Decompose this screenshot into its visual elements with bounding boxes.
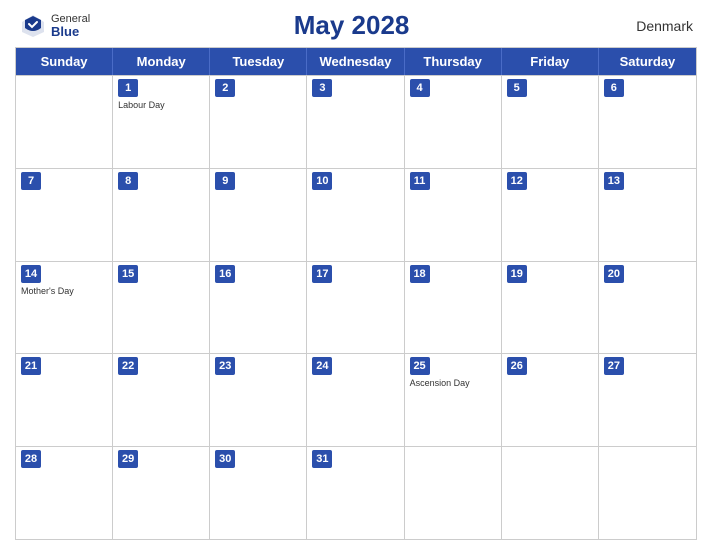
cell-2-2: 16 xyxy=(210,262,307,354)
day-number xyxy=(507,450,527,468)
holiday-label: Labour Day xyxy=(118,100,204,110)
cell-3-6: 27 xyxy=(599,354,696,446)
cell-4-2: 30 xyxy=(210,447,307,539)
day-headers-row: Sunday Monday Tuesday Wednesday Thursday… xyxy=(16,48,696,75)
calendar-title: May 2028 xyxy=(90,10,613,41)
day-number: 17 xyxy=(312,265,332,283)
day-number: 8 xyxy=(118,172,138,190)
logo: General Blue xyxy=(19,12,90,40)
cell-0-1: 1 Labour Day xyxy=(113,76,210,168)
day-number: 27 xyxy=(604,357,624,375)
cell-0-5: 5 xyxy=(502,76,599,168)
day-number: 5 xyxy=(507,79,527,97)
day-number: 1 xyxy=(118,79,138,97)
day-number: 31 xyxy=(312,450,332,468)
day-number: 16 xyxy=(215,265,235,283)
day-number: 18 xyxy=(410,265,430,283)
logo-general-text: General xyxy=(51,14,90,25)
holiday-label: Ascension Day xyxy=(410,378,496,388)
cell-0-6: 6 xyxy=(599,76,696,168)
cell-1-3: 10 xyxy=(307,169,404,261)
day-number: 24 xyxy=(312,357,332,375)
header-sunday: Sunday xyxy=(16,48,113,75)
week-row-4: 21 22 23 24 25 Ascension Day 26 27 xyxy=(16,353,696,446)
calendar-page: General Blue May 2028 Denmark Sunday Mon… xyxy=(0,0,712,550)
header-thursday: Thursday xyxy=(405,48,502,75)
cell-1-5: 12 xyxy=(502,169,599,261)
week-row-1: 1 Labour Day 2 3 4 5 6 xyxy=(16,75,696,168)
day-number xyxy=(21,79,41,97)
logo-icon xyxy=(19,12,47,40)
day-number: 30 xyxy=(215,450,235,468)
logo-text: General Blue xyxy=(51,14,90,38)
cell-3-4: 25 Ascension Day xyxy=(405,354,502,446)
day-number: 22 xyxy=(118,357,138,375)
cell-2-6: 20 xyxy=(599,262,696,354)
header-wednesday: Wednesday xyxy=(307,48,404,75)
header-monday: Monday xyxy=(113,48,210,75)
calendar-grid: Sunday Monday Tuesday Wednesday Thursday… xyxy=(15,47,697,540)
header-tuesday: Tuesday xyxy=(210,48,307,75)
day-number: 15 xyxy=(118,265,138,283)
logo-blue-text: Blue xyxy=(51,25,90,38)
day-number: 2 xyxy=(215,79,235,97)
cell-1-0: 7 xyxy=(16,169,113,261)
cell-0-4: 4 xyxy=(405,76,502,168)
week-row-2: 7 8 9 10 11 12 13 xyxy=(16,168,696,261)
header-friday: Friday xyxy=(502,48,599,75)
cell-4-0: 28 xyxy=(16,447,113,539)
cell-2-0: 14 Mother's Day xyxy=(16,262,113,354)
day-number xyxy=(604,450,624,468)
day-number: 19 xyxy=(507,265,527,283)
cell-3-3: 24 xyxy=(307,354,404,446)
day-number: 23 xyxy=(215,357,235,375)
day-number: 9 xyxy=(215,172,235,190)
cell-0-0 xyxy=(16,76,113,168)
cell-2-1: 15 xyxy=(113,262,210,354)
day-number: 29 xyxy=(118,450,138,468)
day-number: 28 xyxy=(21,450,41,468)
cell-1-1: 8 xyxy=(113,169,210,261)
day-number xyxy=(410,450,430,468)
day-number: 13 xyxy=(604,172,624,190)
day-number: 6 xyxy=(604,79,624,97)
day-number: 14 xyxy=(21,265,41,283)
header-saturday: Saturday xyxy=(599,48,696,75)
cell-0-2: 2 xyxy=(210,76,307,168)
cell-1-2: 9 xyxy=(210,169,307,261)
day-number: 20 xyxy=(604,265,624,283)
day-number: 25 xyxy=(410,357,430,375)
cell-4-5 xyxy=(502,447,599,539)
week-row-3: 14 Mother's Day 15 16 17 18 19 20 xyxy=(16,261,696,354)
day-number: 7 xyxy=(21,172,41,190)
holiday-label: Mother's Day xyxy=(21,286,107,296)
cell-2-3: 17 xyxy=(307,262,404,354)
cell-3-2: 23 xyxy=(210,354,307,446)
weeks-container: 1Labour Day234567891011121314Mother's Da… xyxy=(16,75,696,539)
cell-4-6 xyxy=(599,447,696,539)
cell-0-3: 3 xyxy=(307,76,404,168)
cell-4-3: 31 xyxy=(307,447,404,539)
week-row-5: 28 29 30 31 xyxy=(16,446,696,539)
cell-3-1: 22 xyxy=(113,354,210,446)
day-number: 3 xyxy=(312,79,332,97)
day-number: 11 xyxy=(410,172,430,190)
cell-1-4: 11 xyxy=(405,169,502,261)
day-number: 10 xyxy=(312,172,332,190)
day-number: 26 xyxy=(507,357,527,375)
country-label: Denmark xyxy=(613,18,693,34)
cell-3-0: 21 xyxy=(16,354,113,446)
day-number: 21 xyxy=(21,357,41,375)
cell-2-4: 18 xyxy=(405,262,502,354)
cell-4-1: 29 xyxy=(113,447,210,539)
cell-1-6: 13 xyxy=(599,169,696,261)
day-number: 4 xyxy=(410,79,430,97)
cell-4-4 xyxy=(405,447,502,539)
cell-3-5: 26 xyxy=(502,354,599,446)
header: General Blue May 2028 Denmark xyxy=(15,10,697,41)
cell-2-5: 19 xyxy=(502,262,599,354)
day-number: 12 xyxy=(507,172,527,190)
